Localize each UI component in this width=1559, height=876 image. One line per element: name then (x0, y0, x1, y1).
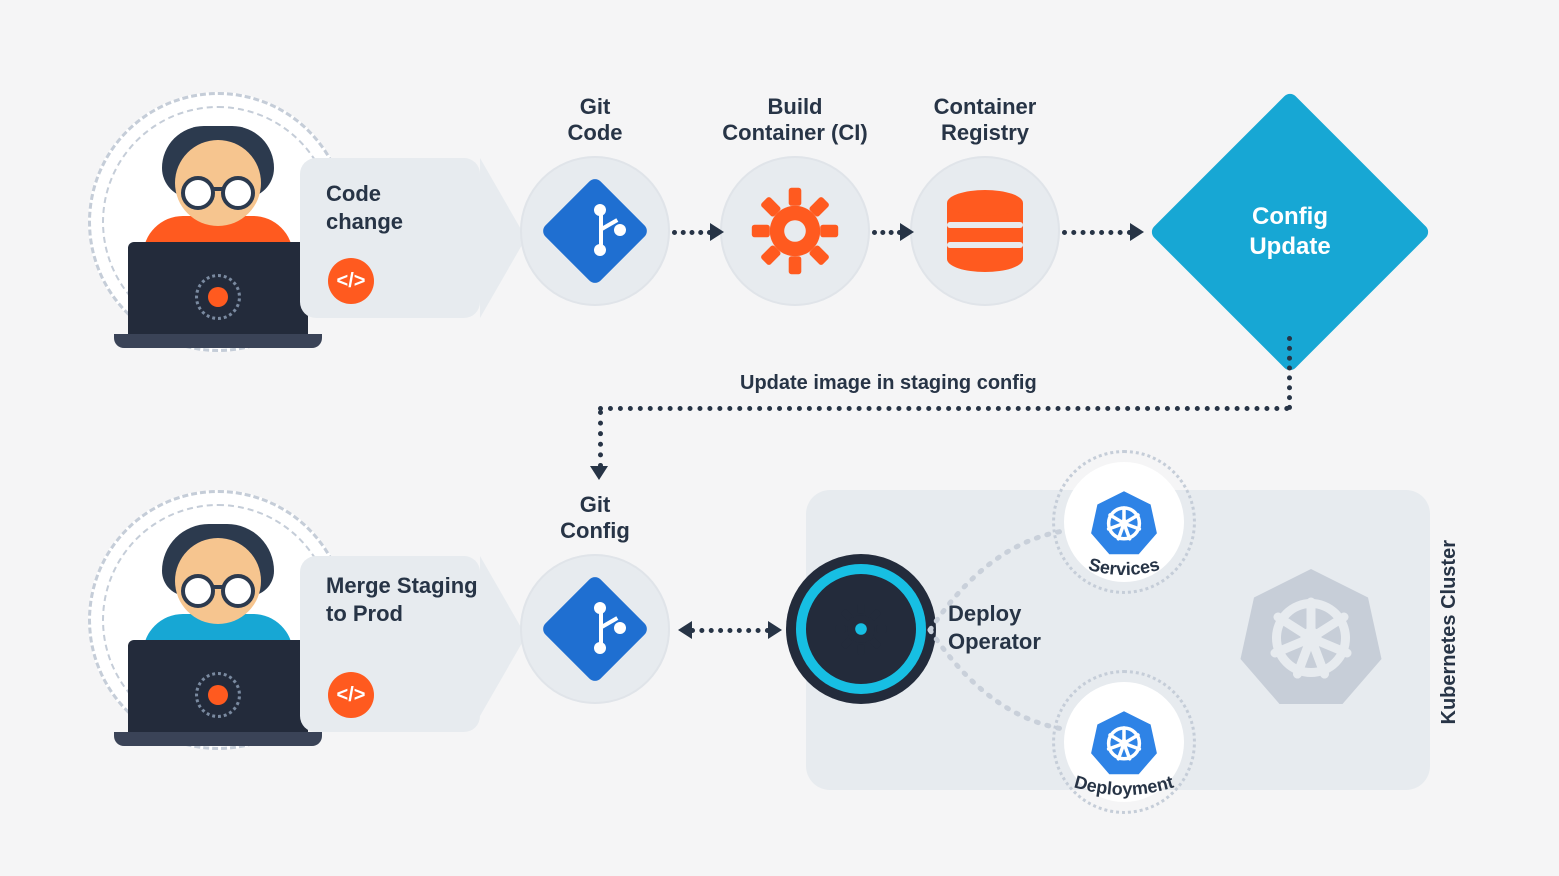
connector-horiz (598, 406, 1290, 411)
annotation-update-image: Update image in staging config (740, 372, 1037, 395)
label-kubernetes-cluster: Kubernetes Cluster (1438, 540, 1461, 725)
node-config-update: Config Update (1149, 91, 1432, 374)
label-git-config: Git Config (520, 492, 670, 545)
database-icon (947, 190, 1023, 272)
arrow-build-to-registry (872, 230, 902, 235)
connector-vert-2 (598, 410, 603, 468)
arrowhead-left-icon (678, 621, 692, 639)
git-icon (540, 574, 650, 684)
arrow-registry-to-config (1062, 230, 1132, 235)
kubernetes-wheel-icon (1089, 487, 1159, 557)
arrowhead-icon (1130, 223, 1144, 241)
label-services-curved: Services (1054, 550, 1194, 590)
node-registry (910, 156, 1060, 306)
connector-vert-1 (1287, 336, 1292, 410)
arrowhead-down-icon (590, 466, 608, 480)
arrow-git-to-build (672, 230, 712, 235)
arrowhead-icon (710, 223, 724, 241)
svg-text:Services: Services (1086, 554, 1161, 579)
kubernetes-wheel-grey-icon (1236, 560, 1386, 710)
svg-text:Deployment: Deployment (1072, 772, 1176, 799)
gitops-diagram: Code change </> Git Code Build Container… (0, 0, 1559, 876)
panel-code-change-label: Code change (326, 180, 403, 235)
kubernetes-wheel-icon (1089, 707, 1159, 777)
gear-icon (750, 186, 840, 276)
node-build-ci (720, 156, 870, 306)
panel-code-change: Code change </> (300, 158, 480, 318)
label-git-code: Git Code (520, 94, 670, 147)
code-chip-icon: </> (328, 672, 374, 718)
node-git-code (520, 156, 670, 306)
label-deployment-curved: Deployment (1040, 768, 1208, 812)
arrowhead-icon (768, 621, 782, 639)
label-build-ci: Build Container (CI) (700, 94, 890, 147)
panel-merge-prod: Merge Staging to Prod </> (300, 556, 480, 732)
git-icon (540, 176, 650, 286)
panel-merge-prod-label: Merge Staging to Prod (326, 572, 480, 627)
code-chip-icon: </> (328, 258, 374, 304)
arrowhead-icon (900, 223, 914, 241)
kubernetes-logo-large (1236, 560, 1386, 710)
arrow-gitconfig-operator (690, 628, 770, 633)
node-git-config (520, 554, 670, 704)
label-config-update: Config Update (1190, 132, 1390, 332)
label-registry: Container Registry (900, 94, 1070, 147)
